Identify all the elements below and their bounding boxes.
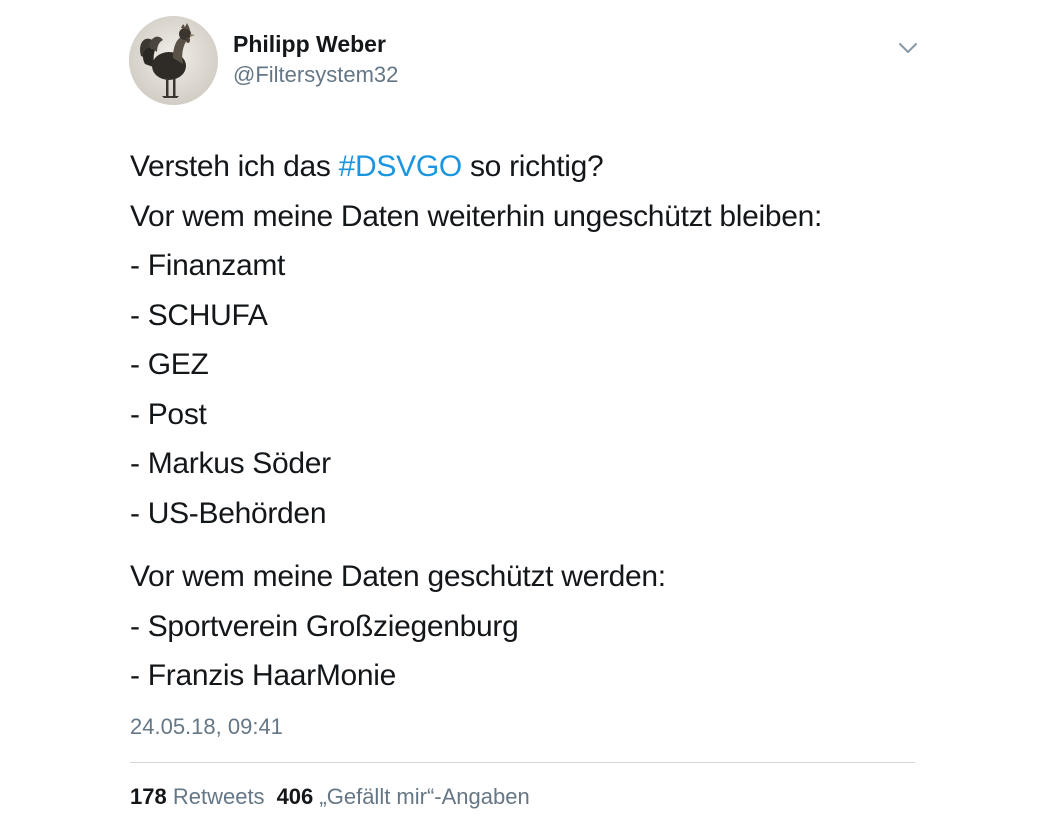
author-handle[interactable]: @Filtersystem32 bbox=[233, 62, 398, 88]
tweet-line: Vor wem meine Daten geschützt werden: bbox=[130, 560, 666, 593]
tweet-text: Versteh ich das #DSVGO so richtig? Vor w… bbox=[130, 142, 1010, 701]
tweet-line: Versteh ich das #DSVGO so richtig? bbox=[130, 150, 604, 183]
retweets-stat[interactable]: 178 Retweets bbox=[130, 784, 265, 810]
likes-label: „Gefällt mir“-Angaben bbox=[319, 784, 530, 809]
list-item: - Post bbox=[130, 397, 207, 431]
list-item: - Franzis HaarMonie bbox=[130, 659, 397, 692]
tweet-timestamp[interactable]: 24.05.18, 09:41 bbox=[130, 714, 283, 740]
tweet-card: Philipp Weber @Filtersystem32 Versteh ic… bbox=[0, 0, 1052, 827]
engagement-stats: 178 Retweets 406 „Gefällt mir“-Angaben bbox=[130, 784, 530, 810]
list-item: - SCHUFA bbox=[130, 298, 268, 332]
list-item: - Sportverein Großziegenburg bbox=[130, 609, 519, 643]
divider bbox=[130, 762, 915, 763]
likes-count: 406 bbox=[276, 784, 314, 809]
list-item: - Finanzamt bbox=[130, 249, 286, 282]
retweets-label: Retweets bbox=[172, 784, 265, 809]
tweet-line: Vor wem meine Daten weiterhin ungeschütz… bbox=[130, 199, 823, 233]
list-item: - Markus Söder bbox=[130, 447, 331, 480]
retweets-count: 178 bbox=[130, 784, 167, 809]
rooster-avatar-image bbox=[129, 16, 218, 105]
author-name[interactable]: Philipp Weber bbox=[233, 31, 386, 58]
list-item: - GEZ bbox=[130, 348, 209, 381]
hashtag-link[interactable]: #DSVGO bbox=[339, 150, 463, 183]
avatar[interactable] bbox=[129, 16, 218, 105]
likes-stat[interactable]: 406 „Gefällt mir“-Angaben bbox=[277, 784, 530, 810]
chevron-down-icon[interactable] bbox=[896, 38, 920, 58]
list-item: - US-Behörden bbox=[130, 496, 327, 530]
